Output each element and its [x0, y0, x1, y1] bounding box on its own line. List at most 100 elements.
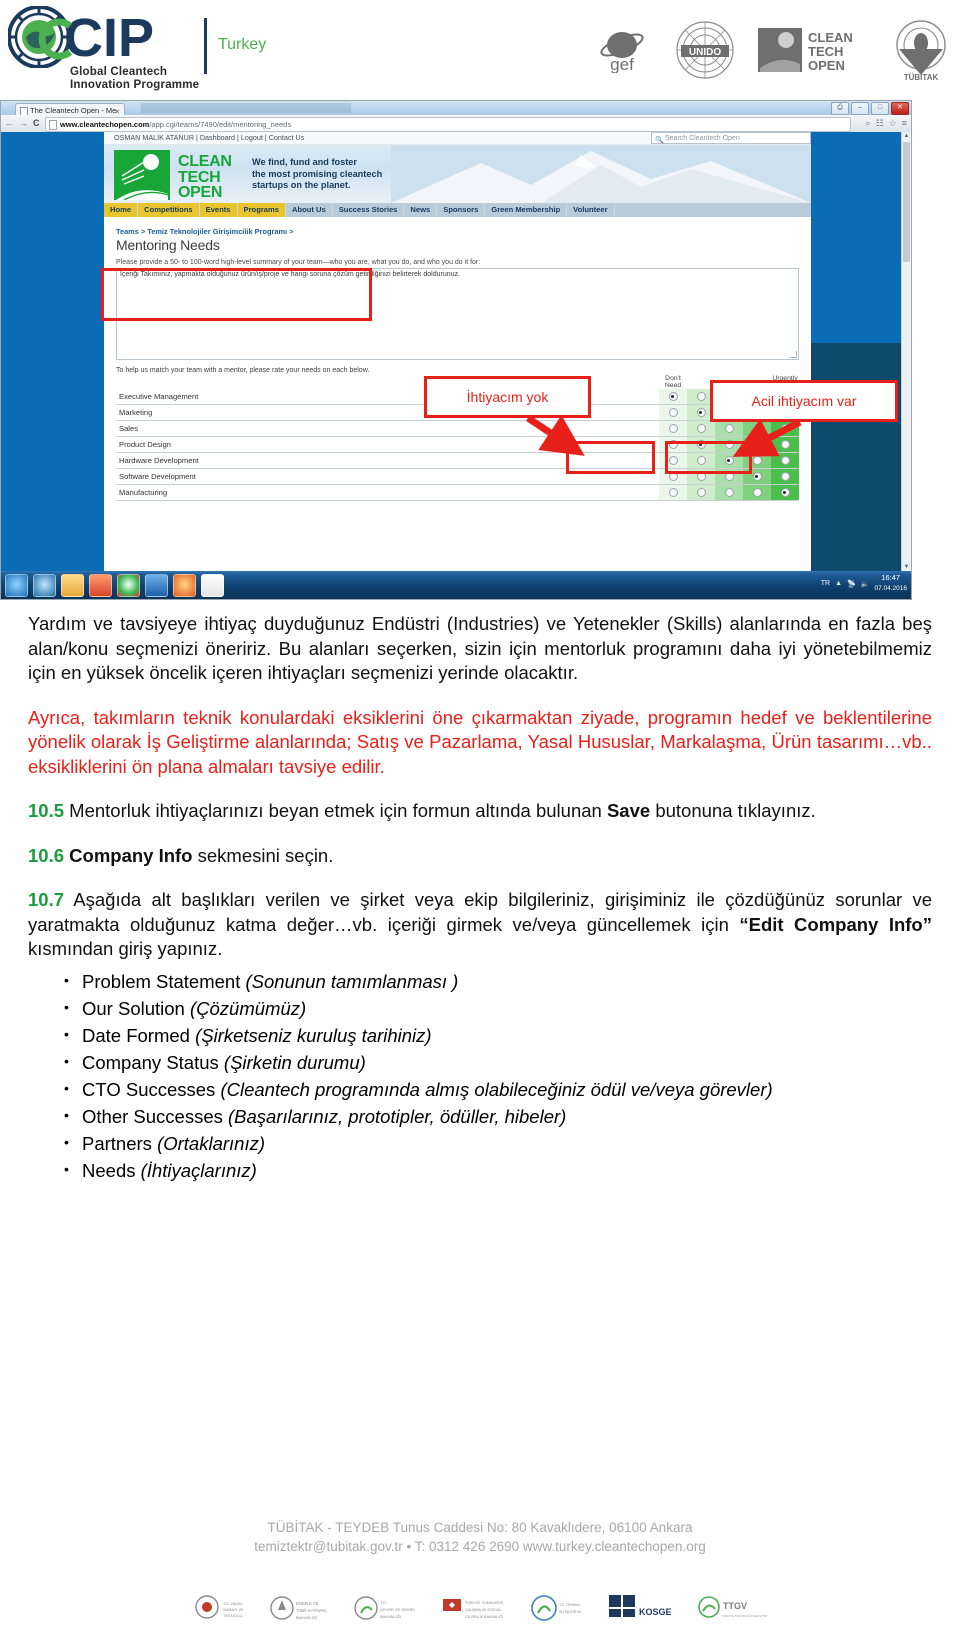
radio-icon[interactable] — [696, 392, 706, 402]
radio-icon[interactable] — [780, 424, 790, 434]
media-player-icon[interactable] — [89, 574, 112, 597]
nav-item-competitions[interactable]: Competitions — [138, 203, 200, 217]
radio-cell[interactable] — [659, 389, 687, 405]
taskbar-clock[interactable]: 16:47 07.04.2016 — [874, 573, 907, 594]
cleantech-open-site: OSMAN MALİK ATANUR | Dashboard | Logout … — [104, 132, 811, 571]
word-icon[interactable] — [145, 574, 168, 597]
radio-cell[interactable] — [715, 420, 743, 437]
radio-icon[interactable] — [696, 488, 706, 498]
radio-cell[interactable] — [771, 468, 799, 485]
radio-icon[interactable] — [752, 488, 762, 498]
radio-icon[interactable] — [780, 472, 790, 482]
volume-icon[interactable]: 🔈 — [861, 580, 870, 588]
reload-icon[interactable]: C — [33, 117, 40, 130]
svg-text:ÇALIŞMA VE SOSYAL: ÇALIŞMA VE SOSYAL — [465, 1608, 501, 1612]
svg-text:T.C.: T.C. — [380, 1600, 387, 1605]
webpage-viewport: OSMAN MALİK ATANUR | Dashboard | Logout … — [1, 132, 911, 571]
system-tray[interactable]: TR ▲ 📡 🔈 16:47 07.04.2016 — [821, 573, 907, 594]
scroll-down-arrow-icon[interactable]: ▼ — [903, 563, 910, 571]
nav-item-green-membership[interactable]: Green Membership — [485, 203, 568, 217]
search-input[interactable]: 🔍 Search Cleantech Open — [651, 132, 811, 144]
radio-icon[interactable] — [752, 472, 762, 482]
acrobat-reader-icon[interactable] — [201, 574, 224, 597]
nav-item-success-stories[interactable]: Success Stories — [333, 203, 405, 217]
radio-icon[interactable] — [780, 440, 790, 450]
radio-icon[interactable] — [780, 456, 790, 466]
radio-icon[interactable] — [780, 488, 790, 498]
radio-icon[interactable] — [696, 408, 706, 418]
zoom-icon[interactable]: ⌕ — [866, 117, 871, 130]
footer-logo-kosgeb: KOSGEB — [607, 1591, 671, 1627]
scroll-up-arrow-icon[interactable]: ▲ — [903, 132, 910, 140]
taskbar-pinned-icons[interactable] — [5, 574, 224, 597]
bullet-en-2: Date Formed — [82, 1024, 190, 1046]
internet-explorer-icon[interactable] — [33, 574, 56, 597]
navigation-buttons[interactable]: ← → C — [5, 117, 40, 130]
close-window-button[interactable]: ✕ — [891, 102, 909, 115]
language-indicator[interactable]: TR — [821, 580, 830, 587]
radio-cell[interactable] — [715, 484, 743, 501]
back-arrow-icon[interactable]: ← — [5, 117, 14, 130]
radio-cell[interactable] — [771, 452, 799, 469]
radio-cell[interactable] — [771, 484, 799, 501]
radio-cell[interactable] — [659, 404, 687, 421]
nav-item-volunteer[interactable]: Volunteer — [567, 203, 615, 217]
radio-icon[interactable] — [752, 424, 762, 434]
svg-text:T.C. BİLİM,: T.C. BİLİM, — [223, 1601, 243, 1606]
radio-icon[interactable] — [668, 392, 678, 402]
nav-item-programs[interactable]: Programs — [237, 203, 286, 217]
forward-arrow-icon[interactable]: → — [19, 117, 28, 130]
radio-cell[interactable] — [659, 484, 687, 501]
radio-cell[interactable] — [659, 420, 687, 437]
start-button-icon[interactable] — [5, 574, 28, 597]
radio-cell[interactable] — [687, 420, 715, 437]
chrome-icon[interactable] — [117, 574, 140, 597]
nav-item-home[interactable]: Home — [104, 203, 139, 217]
toolbar-icons[interactable]: ⌕ ☷ ☆ ≡ — [866, 117, 907, 130]
show-hidden-icons-icon[interactable]: ▲ — [835, 580, 842, 587]
network-icon[interactable]: 📡 — [847, 580, 856, 588]
nav-item-sponsors[interactable]: Sponsors — [437, 203, 486, 217]
browser-menu-icon[interactable]: ≡ — [902, 117, 907, 130]
scrollbar-thumb[interactable] — [903, 142, 910, 262]
maximize-button[interactable]: □ — [871, 102, 889, 115]
footer-logo-ttgv: TTGV TÜRKİYE TEKNOLOJİ GELİŞTİRME VAKFI — [697, 1591, 767, 1627]
address-bar[interactable]: www.cleantechopen.com/app.cgi/teams/7490… — [45, 117, 851, 132]
site-utility-bar[interactable]: OSMAN MALİK ATANUR | Dashboard | Logout … — [104, 132, 811, 145]
resize-grip-icon[interactable] — [790, 351, 797, 358]
radio-icon[interactable] — [724, 488, 734, 498]
radio-icon[interactable] — [752, 456, 762, 466]
file-explorer-icon[interactable] — [61, 574, 84, 597]
breadcrumb[interactable]: Teams > Temiz Teknolojiler Girişimcilik … — [116, 227, 799, 236]
nav-item-news[interactable]: News — [404, 203, 438, 217]
radio-cell[interactable] — [771, 436, 799, 453]
highlight-dont-need-column — [566, 441, 655, 474]
svg-text:TÜRKİYE TEKNOLOJİ GELİŞTİRME V: TÜRKİYE TEKNOLOJİ GELİŞTİRME VAKFI — [721, 1613, 767, 1618]
radio-icon[interactable] — [696, 424, 706, 434]
main-navigation[interactable]: Home Competitions Events Programs About … — [104, 203, 811, 217]
footer-logo-enerji: ENERJİ VE TABİİ KAYNAKLAR BAKANLIĞI — [269, 1591, 327, 1627]
print-button[interactable]: ⎙ — [831, 102, 849, 115]
step-10-6-text-after: sekmesini seçin. — [192, 844, 334, 866]
clock-time: 16:47 — [881, 573, 901, 582]
radio-icon[interactable] — [668, 424, 678, 434]
nav-item-about-us[interactable]: About Us — [286, 203, 333, 217]
radio-cell[interactable] — [687, 484, 715, 501]
bookmark-star-icon[interactable]: ☆ — [889, 117, 897, 130]
radio-cell[interactable] — [743, 420, 771, 437]
firefox-icon[interactable] — [173, 574, 196, 597]
page-scrollbar[interactable]: ▲ ▼ — [901, 132, 911, 571]
radio-icon[interactable] — [668, 408, 678, 418]
table-row: Manufacturing — [116, 484, 799, 501]
radio-icon[interactable] — [724, 424, 734, 434]
user-session-links[interactable]: OSMAN MALİK ATANUR | Dashboard | Logout … — [114, 133, 304, 142]
radio-icon[interactable] — [668, 488, 678, 498]
minimize-button[interactable]: – — [851, 102, 869, 115]
window-controls[interactable]: ⎙ – □ ✕ — [831, 102, 909, 115]
nav-item-events[interactable]: Events — [199, 203, 238, 217]
tubitak-logo: TÜBİTAK — [890, 19, 952, 81]
radio-cell[interactable] — [743, 484, 771, 501]
radio-cell[interactable] — [771, 420, 799, 437]
radio-icon[interactable] — [752, 440, 762, 450]
extension-icon[interactable]: ☷ — [876, 117, 884, 130]
